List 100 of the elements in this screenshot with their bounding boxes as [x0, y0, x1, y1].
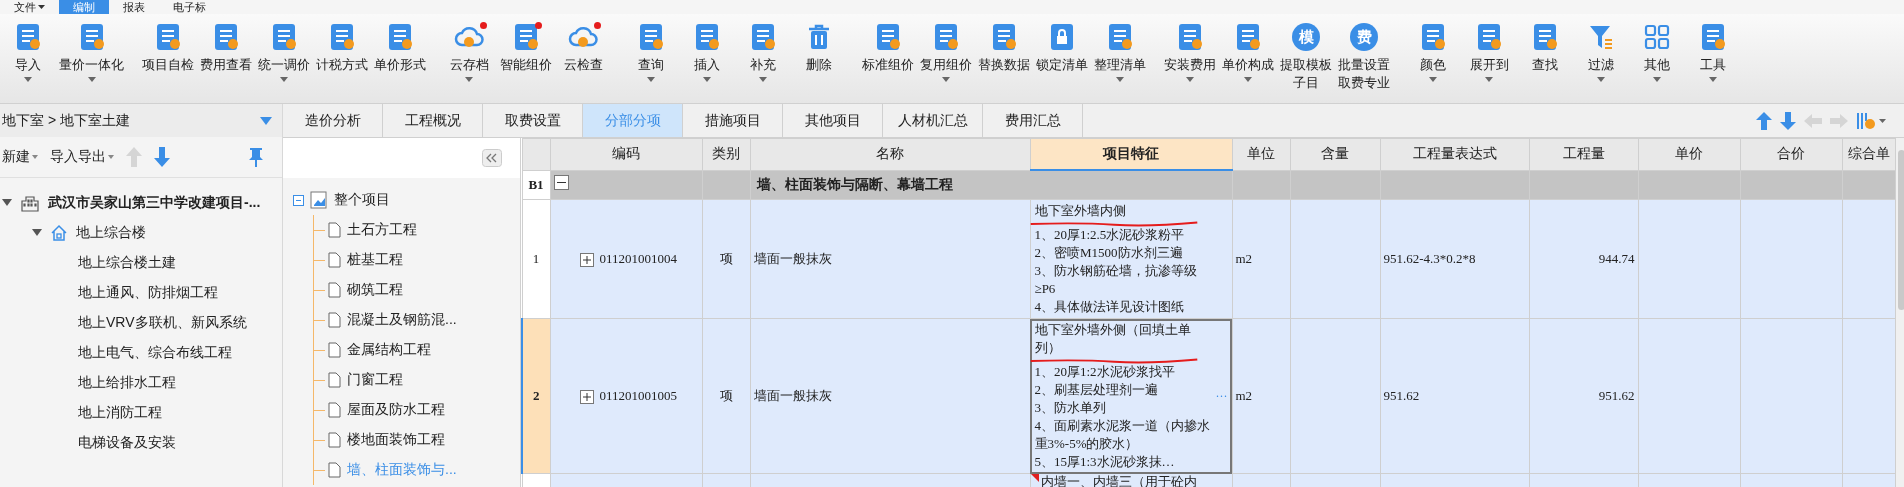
column-header[interactable]: 项目特征	[1030, 138, 1232, 170]
toolbar-button[interactable]: 替换数据	[975, 14, 1033, 103]
collapse-box-icon[interactable]	[553, 175, 569, 191]
notification-dot	[594, 22, 601, 29]
toolbar-button[interactable]: 量价一体化	[56, 14, 127, 103]
tree-item[interactable]: 地上消防工程	[78, 404, 162, 422]
expand-box-icon[interactable]	[579, 253, 594, 267]
toolbar-button[interactable]: 锁定清单	[1033, 14, 1091, 103]
tree-item[interactable]: 楼地面装饰工程	[347, 431, 445, 449]
tree-item[interactable]: 整个项目	[334, 191, 390, 209]
collapse-panel-icon[interactable]	[482, 149, 502, 167]
toolbar-button[interactable]: 费用查看	[197, 14, 255, 103]
column-header[interactable]: 编码	[550, 138, 702, 170]
toolbar-button[interactable]: 其他	[1629, 14, 1685, 103]
toolbar-button[interactable]: 查找	[1517, 14, 1573, 103]
tab[interactable]: 其他项目	[783, 104, 883, 137]
column-header[interactable]: 合价	[1740, 138, 1842, 170]
tree-item[interactable]: 地上VRV多联机、新风系统	[78, 314, 247, 332]
tree-item[interactable]: 武汉市吴家山第三中学改建项目-...	[48, 194, 261, 212]
toolbar-button[interactable]: 工具	[1685, 14, 1741, 103]
toolbar-button[interactable]: 单价构成	[1219, 14, 1277, 103]
tree-item[interactable]: 地上综合楼土建	[78, 254, 176, 272]
tree-item[interactable]: 地上电气、综合布线工程	[78, 344, 232, 362]
column-header[interactable]: 单位	[1232, 138, 1290, 170]
tab[interactable]: 费用汇总	[983, 104, 1083, 137]
toolbar-button[interactable]: 颜色	[1405, 14, 1461, 103]
toolbar-button[interactable]: 整理清单	[1091, 14, 1149, 103]
column-header[interactable]: 工程量表达式	[1380, 138, 1529, 170]
caret-icon	[1597, 77, 1605, 82]
down-arrow-icon[interactable]	[154, 147, 170, 167]
table-cell: 项	[719, 251, 733, 266]
tree-item[interactable]: 地上给排水工程	[78, 374, 176, 392]
tree-item[interactable]: 金属结构工程	[347, 341, 431, 359]
toolbar-button[interactable]: 智能组价	[497, 14, 555, 103]
notification-dot	[480, 22, 487, 29]
toolbar-button[interactable]: 项目自检	[139, 14, 197, 103]
document-icon	[1177, 23, 1203, 51]
tree-item[interactable]: 门窗工程	[347, 371, 403, 389]
tab[interactable]: 工程概况	[383, 104, 483, 137]
toolbar-button[interactable]: 查询	[623, 14, 679, 103]
pin-icon[interactable]	[248, 147, 264, 167]
tree-item[interactable]: 屋面及防水工程	[347, 401, 445, 419]
toolbar-button[interactable]: 复用组价	[917, 14, 975, 103]
document-icon	[328, 432, 341, 448]
menu-tab[interactable]: 电子标	[159, 0, 220, 14]
menu-tab[interactable]: 报表	[109, 0, 159, 14]
table-cell: 墙面一般抹灰	[753, 251, 832, 266]
document-icon	[329, 23, 355, 51]
expand-arrow-icon[interactable]	[32, 229, 42, 237]
button-label[interactable]: 取费专业	[1338, 74, 1390, 91]
toolbar-button[interactable]: 单价形式	[371, 14, 429, 103]
toolbar-button[interactable]: 费 批量设置 取费专业	[1335, 14, 1393, 103]
toolbar-button[interactable]: 统一调价	[255, 14, 313, 103]
up-arrow-icon[interactable]	[1756, 111, 1772, 130]
column-header[interactable]: 名称	[750, 138, 1030, 170]
scrollbar-thumb[interactable]	[1897, 150, 1904, 310]
toolbar-button[interactable]: 展开到	[1461, 14, 1517, 103]
tree-item[interactable]: 土石方工程	[347, 221, 417, 239]
expand-arrow-icon[interactable]	[2, 199, 12, 207]
tree-item[interactable]: 混凝土及钢筋混...	[347, 311, 457, 329]
column-header[interactable]: 类别	[702, 138, 750, 170]
menu-button[interactable]: 导入导出	[50, 148, 114, 166]
section-title: 墙、柱面装饰与隔断、幕墙工程	[750, 170, 1232, 200]
toolbar-button[interactable]: 模 提取模板 子目	[1277, 14, 1335, 103]
toolbar-button[interactable]: 插入	[679, 14, 735, 103]
toolbar-button[interactable]: 安装费用	[1161, 14, 1219, 103]
column-header[interactable]: 工程量	[1529, 138, 1638, 170]
menu-button[interactable]: 新建	[2, 148, 38, 166]
toolbar-button[interactable]: 云存档	[441, 14, 497, 103]
caret-icon	[280, 77, 288, 82]
tree-item[interactable]: 电梯设备及安装	[78, 434, 176, 452]
toolbar-button[interactable]: 标准组价	[859, 14, 917, 103]
toolbar-button[interactable]: 云检查	[555, 14, 611, 103]
toolbar-button[interactable]: 计税方式	[313, 14, 371, 103]
toolbar-button[interactable]: 补充	[735, 14, 791, 103]
trash-icon	[806, 23, 832, 51]
expand-box-icon[interactable]	[579, 390, 594, 404]
column-settings-icon[interactable]	[1856, 110, 1886, 131]
toolbar-button[interactable]: 删除	[791, 14, 847, 103]
document-icon	[271, 23, 297, 51]
tree-item[interactable]: 桩基工程	[347, 251, 403, 269]
menu-tab[interactable]: 文件	[0, 0, 59, 14]
column-header[interactable]: 含量	[1290, 138, 1380, 170]
tree-item[interactable]: 地上综合楼	[76, 224, 146, 242]
down-arrow-icon[interactable]	[1780, 111, 1796, 130]
tab[interactable]: 造价分析	[283, 104, 383, 137]
filter-icon	[1588, 23, 1614, 51]
dropdown-arrow-icon[interactable]	[260, 116, 272, 125]
toolbar-button[interactable]: 过滤	[1573, 14, 1629, 103]
table-cell: 951.62-4.3*0.2*8	[1383, 251, 1476, 266]
button-label[interactable]: 子目	[1293, 74, 1319, 91]
tree-item[interactable]: 地上通风、防排烟工程	[78, 284, 218, 302]
document-icon	[387, 23, 413, 51]
document-icon	[694, 23, 720, 51]
toolbar-button[interactable]: 导入	[0, 14, 56, 103]
tab[interactable]: 措施项目	[683, 104, 783, 137]
column-header[interactable]: 综合单	[1842, 138, 1895, 170]
tab[interactable]: 人材机汇总	[883, 104, 983, 137]
tree-item[interactable]: 砌筑工程	[347, 281, 403, 299]
column-header[interactable]: 单价	[1638, 138, 1740, 170]
